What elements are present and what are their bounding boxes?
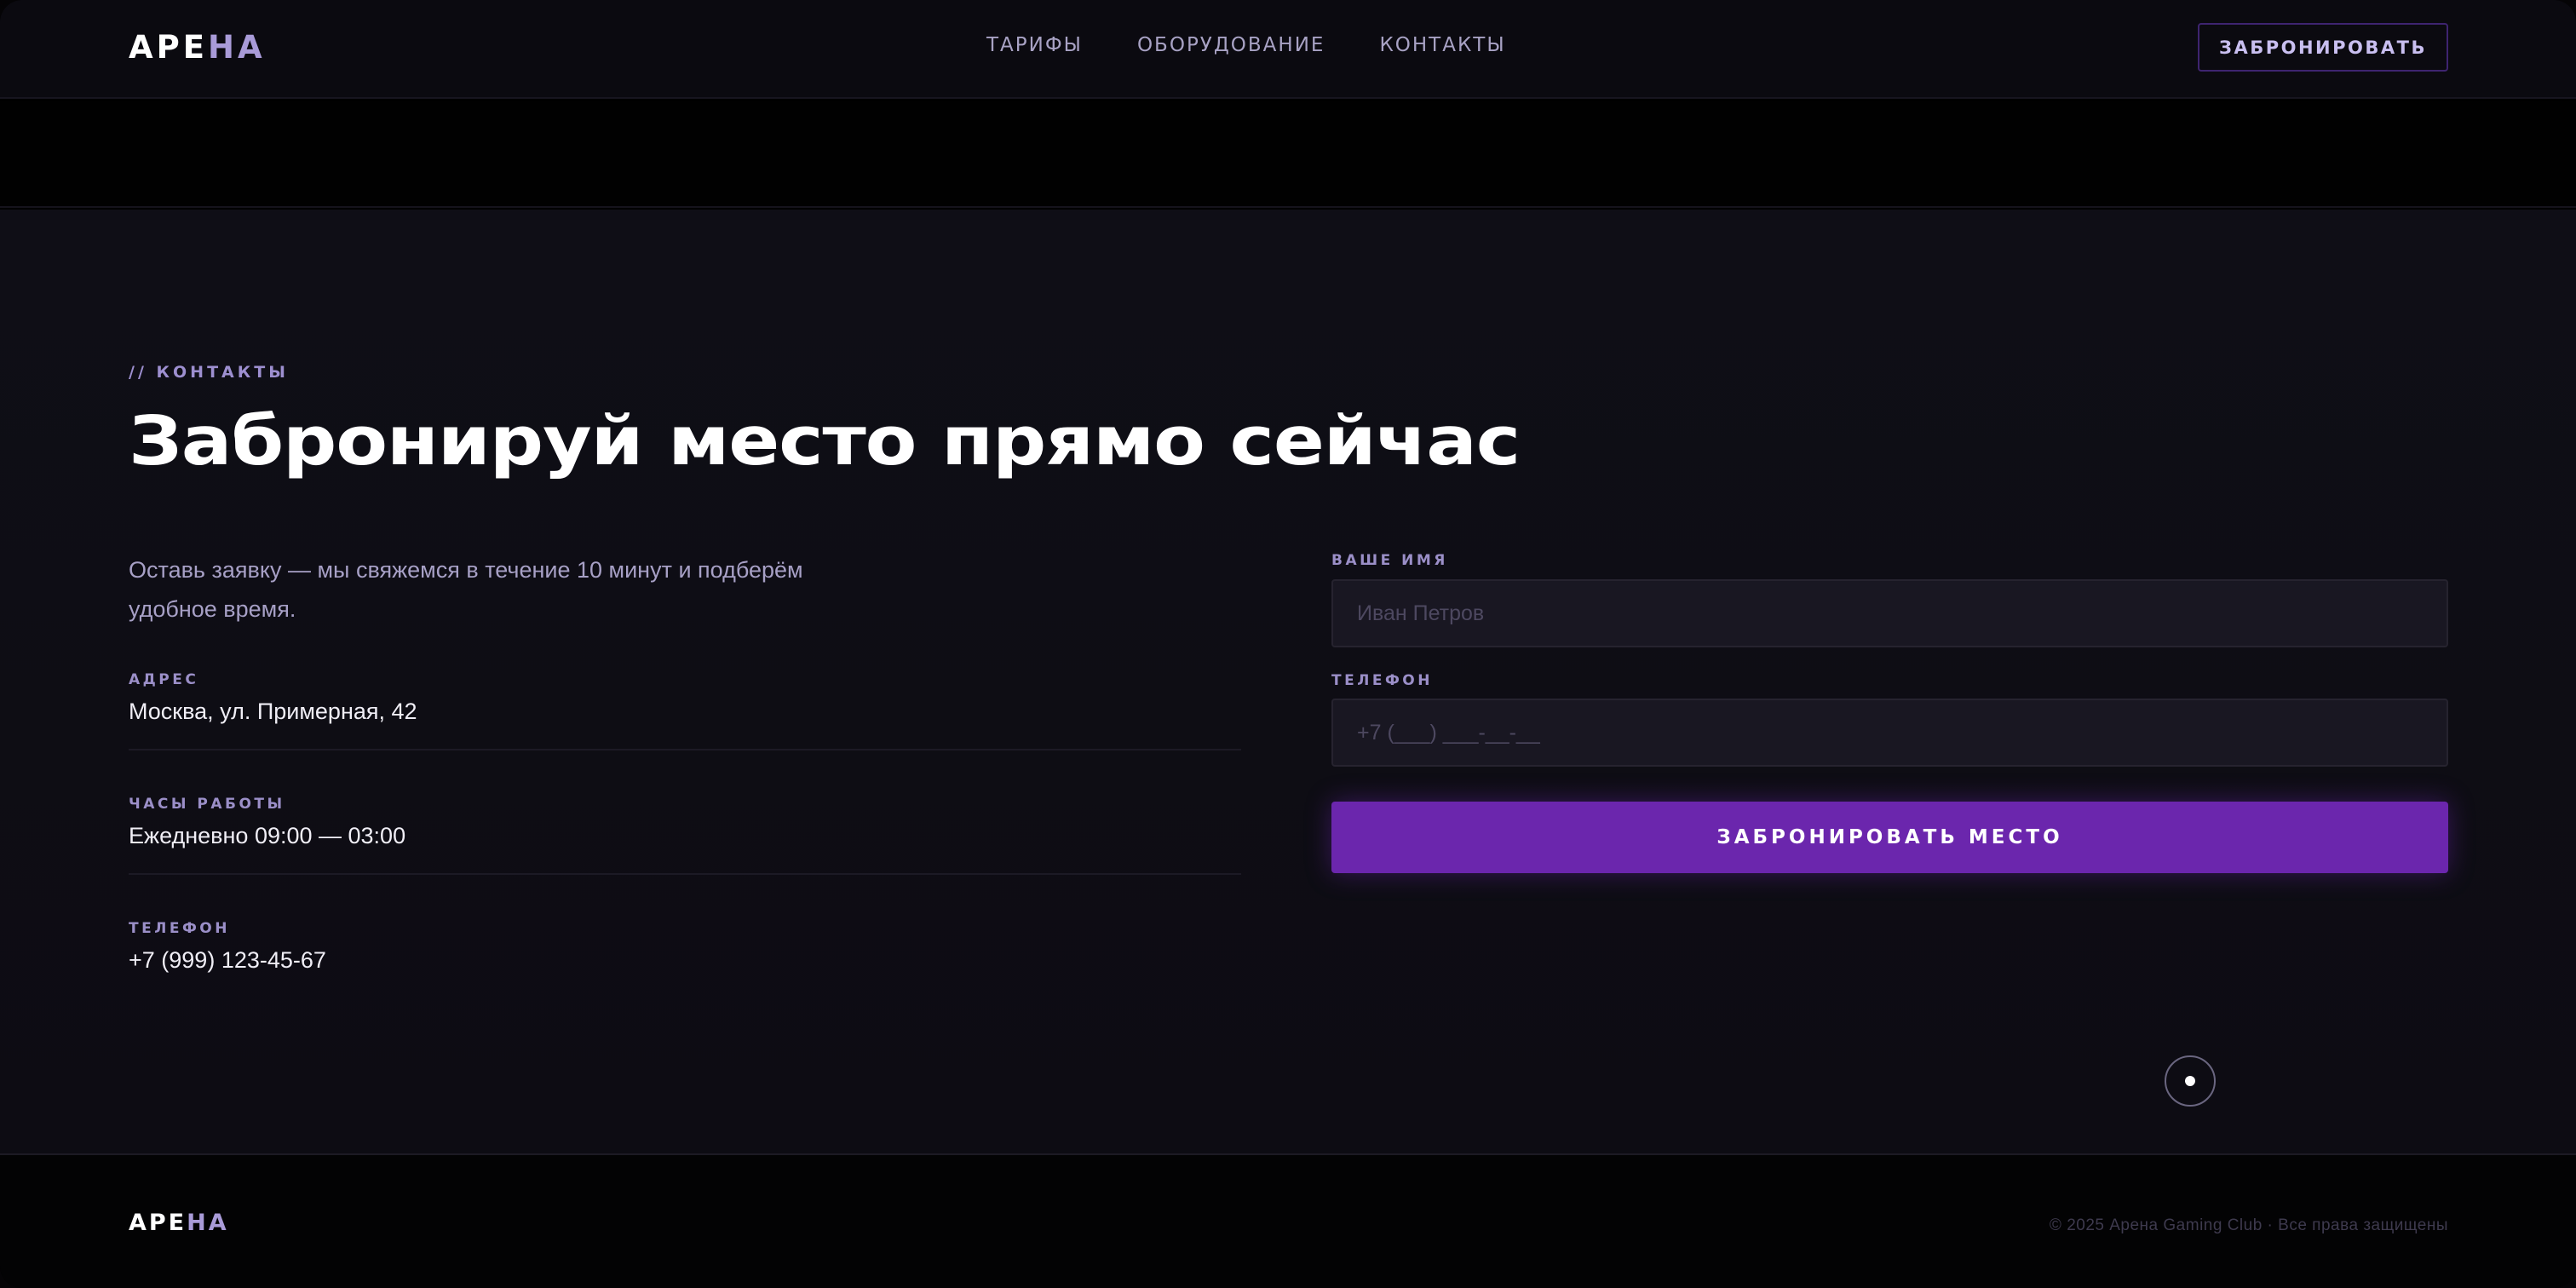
name-input[interactable] [1331,579,2448,647]
site-header: АРЕ НА ТАРИФЫ ОБОРУДОВАНИЕ КОНТАКТЫ ЗАБРО… [0,0,2576,99]
info-phone-value[interactable]: +7 (999) 123-45-67 [129,947,1241,974]
main-nav: ТАРИФЫ ОБОРУДОВАНИЕ КОНТАКТЫ [986,34,1506,56]
info-hours: ЧАСЫ РАБОТЫ Ежедневно 09:00 — 03:00 [129,796,1241,875]
page-frame: АРЕ НА ТАРИФЫ ОБОРУДОВАНИЕ КОНТАКТЫ ЗАБРО… [0,0,2576,1288]
info-address: АДРЕС Москва, ул. Примерная, 42 [129,671,1241,750]
site-footer: АРЕ НА © 2025 Арена Gaming Club · Все пра… [0,1153,2576,1288]
dot-icon [2185,1076,2195,1086]
info-divider [129,873,1241,875]
footer-logo-text-main: АРЕ [129,1210,187,1236]
info-phone: ТЕЛЕФОН +7 (999) 123-45-67 [129,920,1241,974]
info-address-label: АДРЕС [129,671,199,688]
info-hours-value: Ежедневно 09:00 — 03:00 [129,823,406,848]
logo-text-accent: НА [208,29,266,66]
phone-field-label: ТЕЛЕФОН [1331,672,1433,689]
nav-link-equipment[interactable]: ОБОРУДОВАНИЕ [1137,34,1325,56]
floating-dot-button[interactable] [2165,1055,2216,1107]
phone-input[interactable] [1331,699,2448,767]
section-lead: Оставь заявку — мы свяжемся в течение 10… [129,557,803,622]
nav-link-contacts[interactable]: КОНТАКТЫ [1379,34,1505,56]
section-eyebrow: // КОНТАКТЫ [129,363,289,382]
submit-booking-button[interactable]: ЗАБРОНИРОВАТЬ МЕСТО [1331,802,2448,873]
info-phone-label: ТЕЛЕФОН [129,920,230,937]
info-hours-label: ЧАСЫ РАБОТЫ [129,796,285,813]
site-logo[interactable]: АРЕ НА [129,29,266,66]
info-address-value: Москва, ул. Примерная, 42 [129,699,417,724]
footer-logo-text-accent: НА [187,1210,229,1236]
logo-text-main: АРЕ [129,29,209,66]
header-book-button[interactable]: ЗАБРОНИРОВАТЬ [2198,23,2448,72]
info-divider [129,749,1241,750]
section-divider-band [0,101,2576,208]
name-field-label: ВАШЕ ИМЯ [1331,552,1448,569]
section-title: Забронируй место прямо сейчас [129,402,1521,480]
nav-link-tariffs[interactable]: ТАРИФЫ [986,34,1083,56]
contacts-section: // КОНТАКТЫ Забронируй место прямо сейча… [0,210,2576,1153]
footer-logo[interactable]: АРЕ НА [129,1210,229,1236]
copyright-text: © 2025 Арена Gaming Club · Все права защ… [2049,1216,2448,1234]
